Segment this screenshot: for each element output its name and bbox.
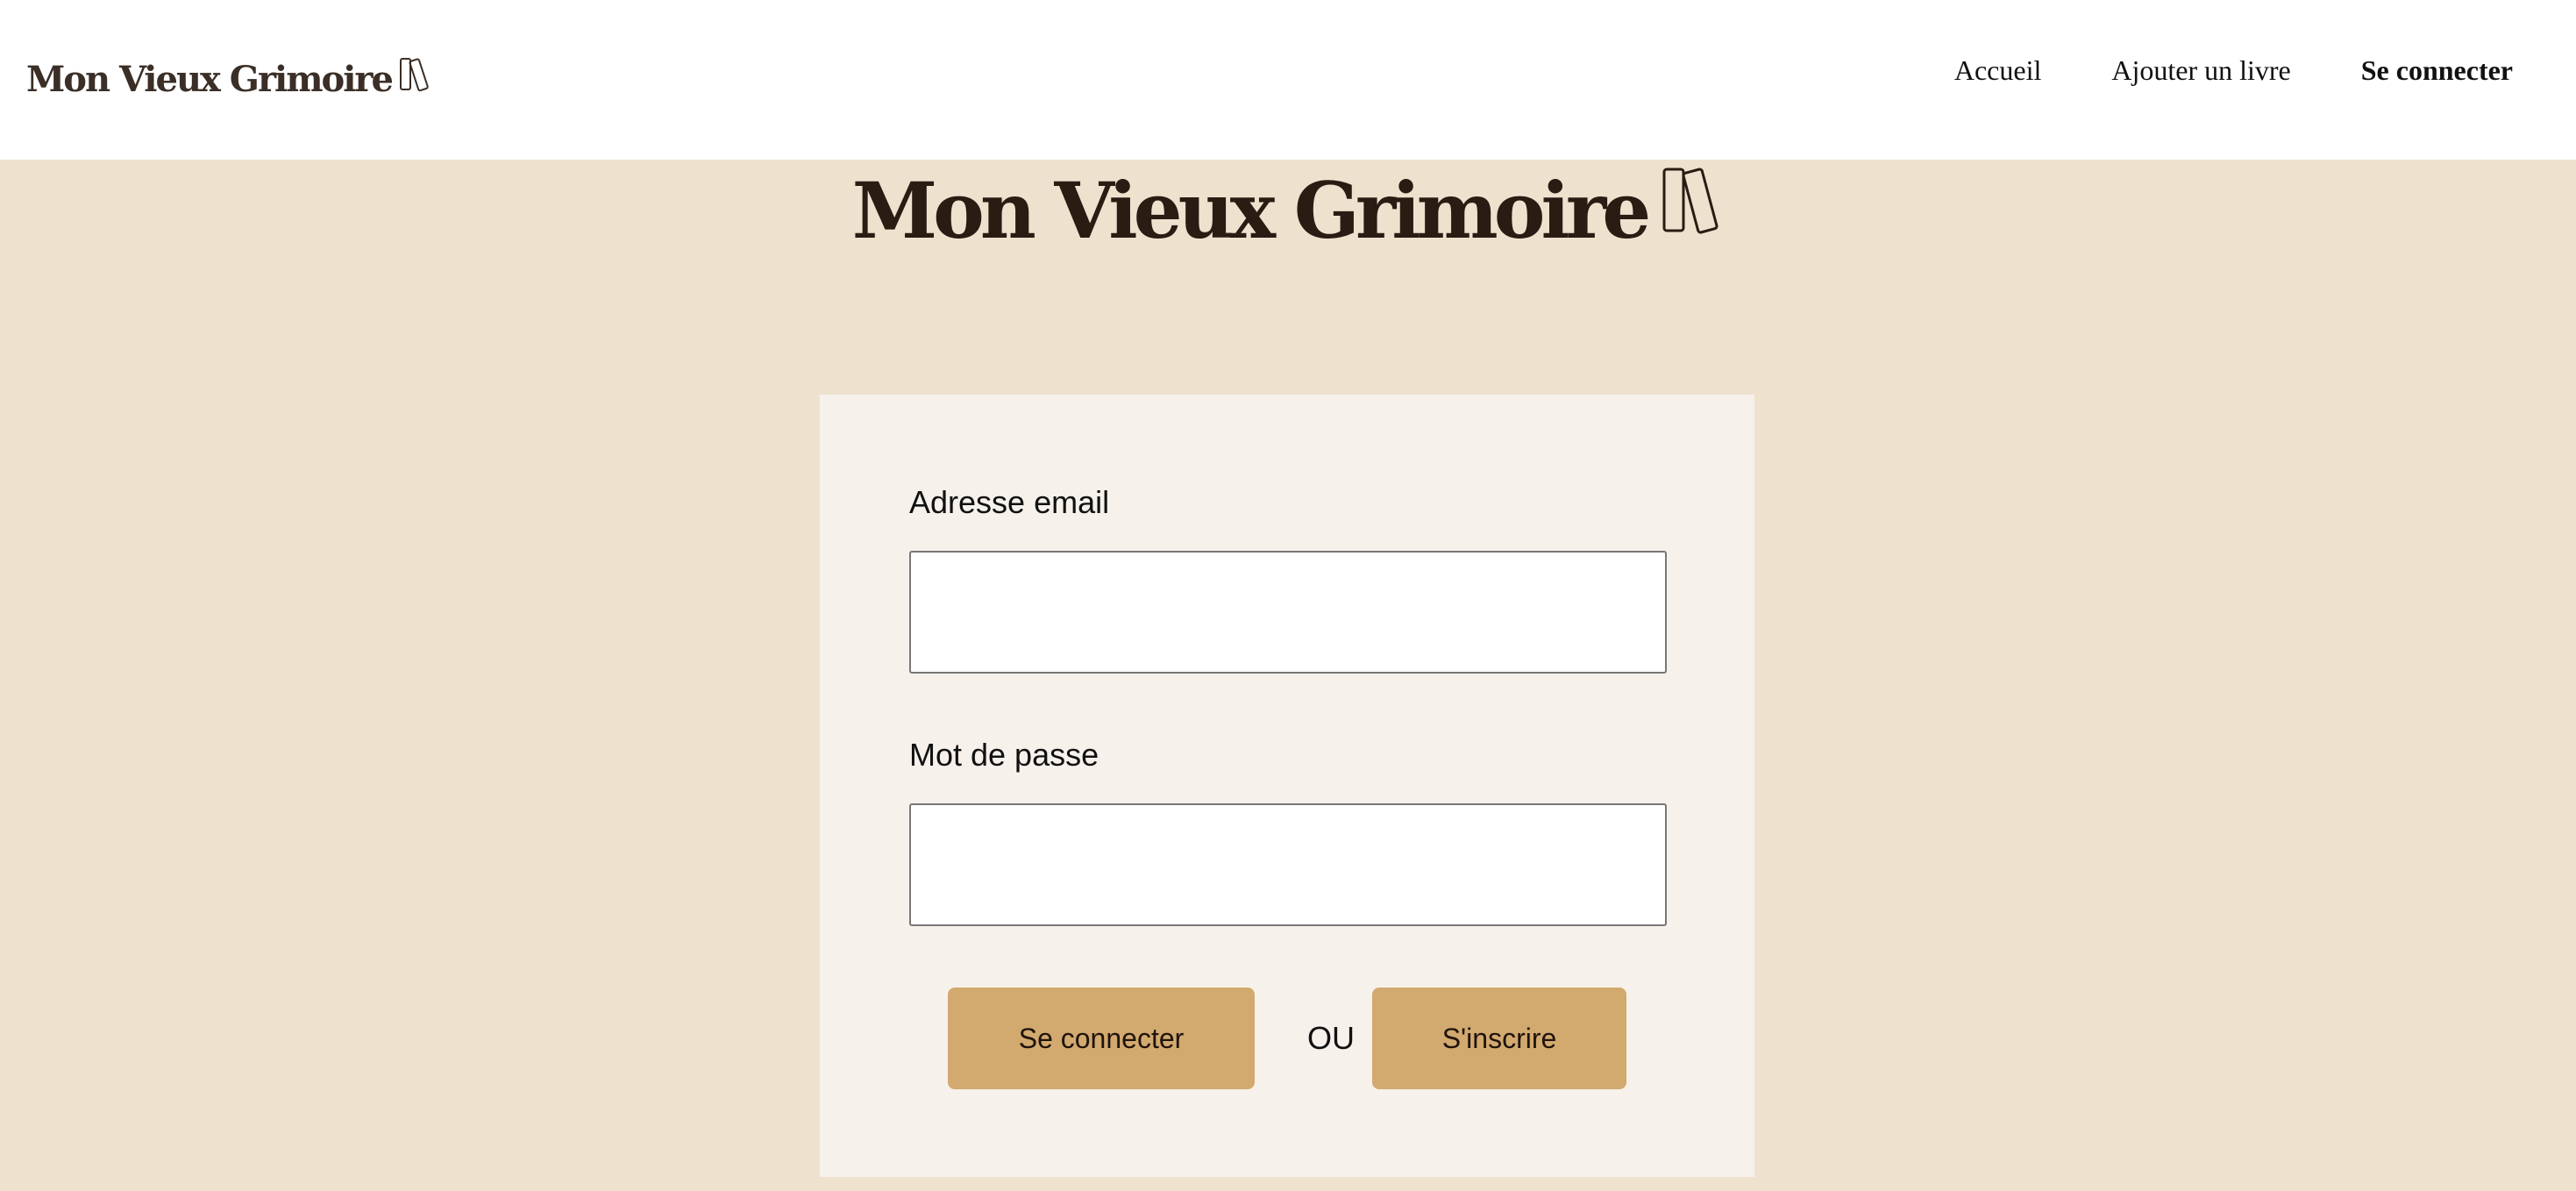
books-icon	[399, 56, 431, 102]
password-field[interactable]	[909, 803, 1667, 926]
page-title: Mon Vieux Grimoire	[0, 158, 2576, 263]
email-label: Adresse email	[909, 484, 1110, 520]
login-form: Adresse email Mot de passe Se connecter …	[820, 395, 1754, 1177]
header-logo[interactable]: Mon Vieux Grimoire	[26, 53, 431, 105]
nav-link-ajouter-livre[interactable]: Ajouter un livre	[2111, 54, 2290, 87]
login-button[interactable]: Se connecter	[948, 988, 1255, 1089]
nav-link-accueil[interactable]: Accueil	[1954, 54, 2042, 87]
header-logo-text: Mon Vieux Grimoire	[26, 58, 394, 100]
site-header: Mon Vieux Grimoire Accueil Ajouter un li…	[0, 0, 2576, 160]
or-separator: OU	[1307, 1020, 1355, 1056]
nav-link-se-connecter[interactable]: Se connecter	[2361, 54, 2513, 87]
password-label: Mot de passe	[909, 737, 1099, 773]
email-field[interactable]	[909, 551, 1667, 674]
books-icon	[1661, 165, 1724, 257]
signup-button[interactable]: S'inscrire	[1372, 988, 1626, 1089]
main-nav: Accueil Ajouter un livre Se connecter	[1954, 49, 2513, 91]
page-title-text: Mon Vieux Grimoire	[851, 165, 1651, 256]
